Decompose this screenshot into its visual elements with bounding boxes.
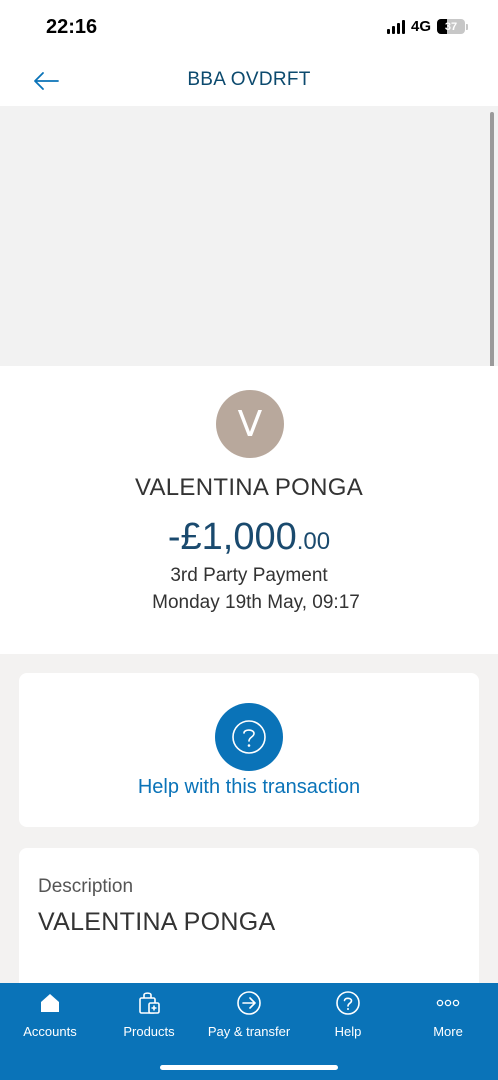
nav-pay-transfer[interactable]: Pay & transfer [199, 983, 299, 1047]
nav-label-accounts: Accounts [23, 1024, 77, 1039]
help-button[interactable] [215, 703, 283, 771]
home-indicator[interactable] [160, 1065, 338, 1070]
payee-avatar: V [216, 390, 284, 458]
status-time: 22:16 [46, 16, 98, 38]
battery-icon: 37 [437, 19, 465, 34]
transaction-summary: V VALENTINA PONGA -£1,000.00 3rd Party P… [0, 366, 498, 654]
transaction-amount: -£1,000.00 [0, 516, 498, 559]
nav-accounts[interactable]: Accounts [0, 983, 100, 1047]
nav-label-more: More [433, 1024, 463, 1039]
question-circle-icon [336, 991, 360, 1015]
amount-pence: .00 [296, 528, 331, 555]
header-bar: BBA OVDRFT [0, 56, 498, 106]
description-value: VALENTINA PONGA [38, 908, 276, 936]
shopping-bag-icon [139, 992, 160, 1014]
description-card: Description VALENTINA PONGA [19, 848, 479, 988]
status-bar: 22:16 4G 37 [0, 0, 498, 56]
nav-label-products: Products [123, 1024, 175, 1039]
signal-icon [386, 19, 405, 34]
banner-area [0, 106, 498, 366]
description-label: Description [38, 876, 134, 897]
more-dots-icon [436, 999, 460, 1007]
home-icon [41, 994, 59, 1012]
nav-help[interactable]: Help [298, 983, 398, 1047]
question-circle-icon [232, 720, 266, 754]
transaction-date: Monday 19th May, 09:17 [152, 592, 360, 613]
nav-products[interactable]: Products [99, 983, 199, 1047]
page-title: BBA OVDRFT [187, 69, 311, 90]
amount-main: -£1,000 [167, 516, 297, 558]
nav-label-pay-transfer: Pay & transfer [207, 1024, 291, 1039]
status-indicators: 4G 37 [386, 18, 468, 35]
avatar-initial: V [237, 403, 263, 445]
nav-label-help: Help [334, 1024, 362, 1039]
arrow-circle-icon [237, 991, 261, 1015]
network-type: 4G [410, 18, 431, 35]
transaction-type: 3rd Party Payment [170, 565, 328, 586]
nav-more[interactable]: More [398, 983, 498, 1047]
help-link[interactable]: Help with this transaction [19, 776, 479, 799]
payee-name: VALENTINA PONGA [134, 474, 364, 501]
help-card[interactable]: Help with this transaction [19, 673, 479, 827]
battery-percent: 37 [444, 20, 458, 33]
